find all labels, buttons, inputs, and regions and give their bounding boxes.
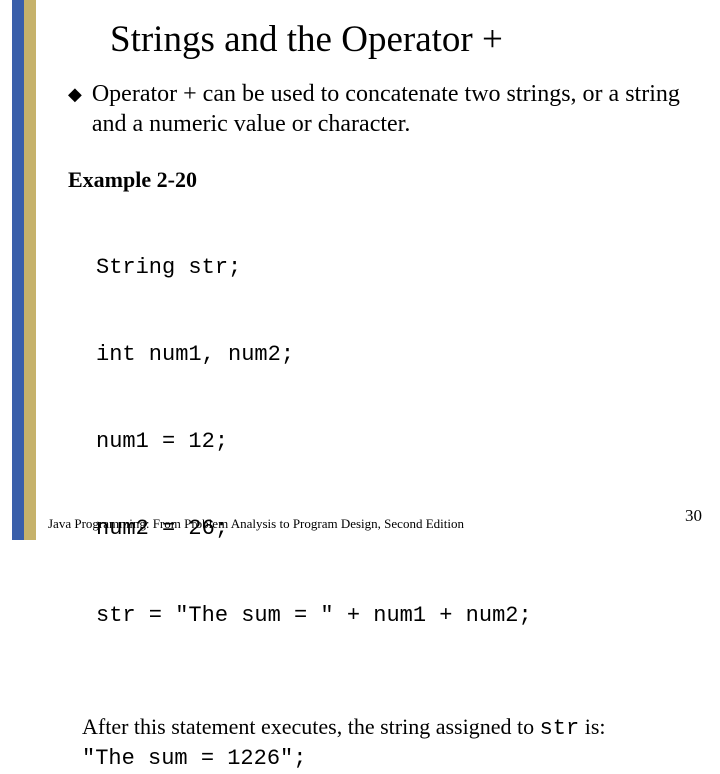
stripe-gold xyxy=(24,0,36,540)
footer-text: Java Programming: From Problem Analysis … xyxy=(48,516,464,532)
code-line: String str; xyxy=(96,253,698,282)
code-block: String str; int num1, num2; num1 = 12; n… xyxy=(96,195,698,689)
after-prefix: After this statement executes, the strin… xyxy=(82,714,540,739)
bullet-item: ◆ Operator + can be used to concatenate … xyxy=(68,79,698,139)
decorative-sidebar xyxy=(12,0,36,540)
slide-title: Strings and the Operator + xyxy=(110,18,708,61)
page-number: 30 xyxy=(685,506,702,526)
after-suffix: is: xyxy=(579,714,605,739)
stripe-blue xyxy=(12,0,24,540)
diamond-bullet-icon: ◆ xyxy=(68,84,82,105)
after-text: After this statement executes, the strin… xyxy=(82,713,698,774)
code-line: str = "The sum = " + num1 + num2; xyxy=(96,601,698,630)
after-result: "The sum = 1226"; xyxy=(82,746,306,771)
bullet-text: Operator + can be used to concatenate tw… xyxy=(92,79,698,139)
example-label: Example 2-20 xyxy=(68,167,698,193)
code-line: num1 = 12; xyxy=(96,427,698,456)
after-var: str xyxy=(540,716,580,741)
slide-content: Strings and the Operator + ◆ Operator + … xyxy=(48,0,708,540)
code-line: int num1, num2; xyxy=(96,340,698,369)
body-block: ◆ Operator + can be used to concatenate … xyxy=(68,79,698,774)
